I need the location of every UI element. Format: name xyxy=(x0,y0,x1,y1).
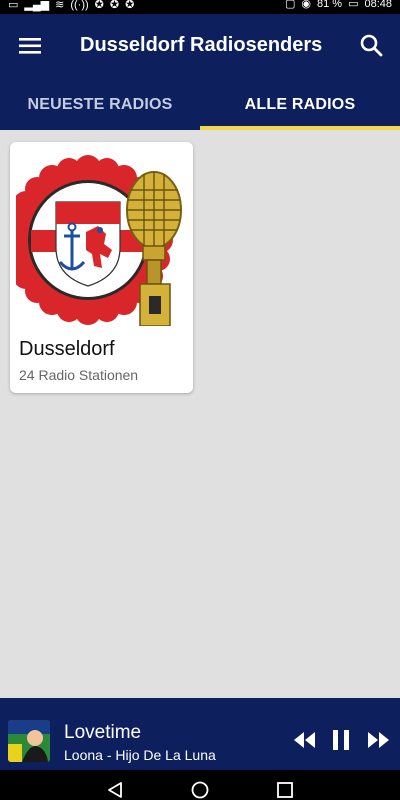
track-artist: Loona - Hijo De La Luna xyxy=(64,747,216,763)
system-nav-bar xyxy=(0,770,400,800)
status-icons-right: ▢ ◉ 81 % ▭ 08:48 xyxy=(285,0,392,11)
back-icon[interactable] xyxy=(106,781,124,800)
tab-neueste-radios[interactable]: NEUESTE RADIOS xyxy=(0,80,200,130)
home-icon[interactable] xyxy=(191,781,209,800)
notification-icon: ▭ xyxy=(8,0,19,11)
fast-forward-icon[interactable] xyxy=(366,730,390,750)
toolbar: Dusseldorf Radiosenders xyxy=(0,14,400,80)
tab-bar: NEUESTE RADIOS ALLE RADIOS xyxy=(0,80,400,130)
eye-icon: ◉ xyxy=(301,0,311,10)
recent-apps-icon[interactable] xyxy=(276,781,294,800)
signal-icon: ▂▄▆ xyxy=(24,0,50,11)
rewind-icon[interactable] xyxy=(293,730,317,750)
hotspot-icon: ((·)) xyxy=(70,0,89,11)
track-title: Lovetime xyxy=(64,722,142,743)
app-icon-1: ✪ xyxy=(94,0,104,11)
dusseldorf-logo-image xyxy=(10,148,187,327)
status-bar: ▭ ▂▄▆ ≋ ((·)) ✪ ✪ ✪ ▢ ◉ 81 % ▭ 08:48 xyxy=(0,0,400,14)
tab-alle-radios[interactable]: ALLE RADIOS xyxy=(200,80,400,130)
menu-icon[interactable] xyxy=(16,33,46,59)
card-subtitle: 24 Radio Stationen xyxy=(19,367,139,383)
app-bar: Dusseldorf Radiosenders NEUESTE RADIOS A… xyxy=(0,14,400,130)
status-icons-left: ▭ ▂▄▆ ≋ ((·)) ✪ ✪ ✪ xyxy=(8,0,134,12)
wifi-icon: ≋ xyxy=(55,0,65,11)
app-icon-3: ✪ xyxy=(125,0,135,11)
pause-icon[interactable] xyxy=(331,729,351,751)
mini-player[interactable]: Lovetime Loona - Hijo De La Luna xyxy=(0,698,400,770)
battery-percent: 81 % xyxy=(316,0,343,10)
nfc-icon: ▢ xyxy=(284,0,296,10)
content-area: Dusseldorf 24 Radio Stationen xyxy=(0,130,400,698)
battery-icon: ▭ xyxy=(348,0,359,10)
card-title: Dusseldorf xyxy=(19,338,115,360)
page-title: Dusseldorf Radiosenders xyxy=(80,34,323,56)
album-art[interactable] xyxy=(8,720,50,762)
clock: 08:48 xyxy=(364,0,392,10)
radio-category-card[interactable]: Dusseldorf 24 Radio Stationen xyxy=(10,142,193,393)
search-icon[interactable] xyxy=(358,32,386,60)
app-icon-2: ✪ xyxy=(109,0,120,11)
